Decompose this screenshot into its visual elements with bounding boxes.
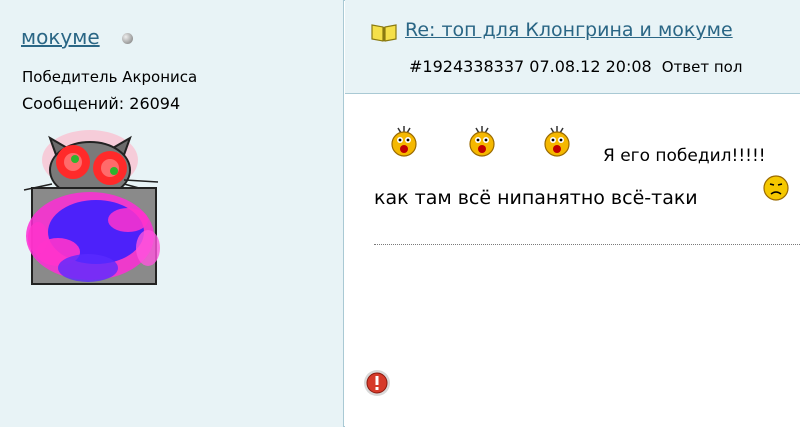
report-warning-icon[interactable] bbox=[363, 369, 391, 397]
avatar[interactable] bbox=[18, 128, 174, 293]
author-sidebar: мокуме Победитель Акрониса Сообщений: 26… bbox=[0, 0, 344, 427]
offline-status-icon bbox=[122, 33, 133, 44]
crying-smiley-icon bbox=[391, 126, 417, 157]
post-meta: #1924338337 07.08.12 20:08 Ответ пол bbox=[409, 57, 742, 76]
post-text-line-1: Я его победил!!!!! bbox=[603, 146, 766, 166]
crying-smiley-icon bbox=[544, 126, 570, 157]
post-id-date: #1924338337 07.08.12 20:08 bbox=[409, 57, 652, 76]
username-link[interactable]: мокуме bbox=[21, 25, 100, 49]
user-rank: Победитель Акрониса bbox=[22, 68, 198, 86]
post-body: Я его победил!!!!! как там всё нипанятно… bbox=[345, 94, 800, 427]
open-book-icon bbox=[371, 24, 397, 42]
reply-link[interactable]: Ответ пол bbox=[662, 58, 743, 76]
signature-separator bbox=[374, 244, 800, 245]
post-header: Re: топ для Клонгрина и мокуме #19243383… bbox=[345, 0, 800, 94]
message-count: Сообщений: 26094 bbox=[22, 94, 181, 113]
post-text-line-2: как там всё нипанятно всё-таки bbox=[374, 187, 698, 209]
post-title-link[interactable]: Re: топ для Клонгрина и мокуме bbox=[405, 19, 733, 41]
sad-smiley-icon bbox=[763, 175, 789, 201]
crying-smiley-icon bbox=[469, 126, 495, 157]
